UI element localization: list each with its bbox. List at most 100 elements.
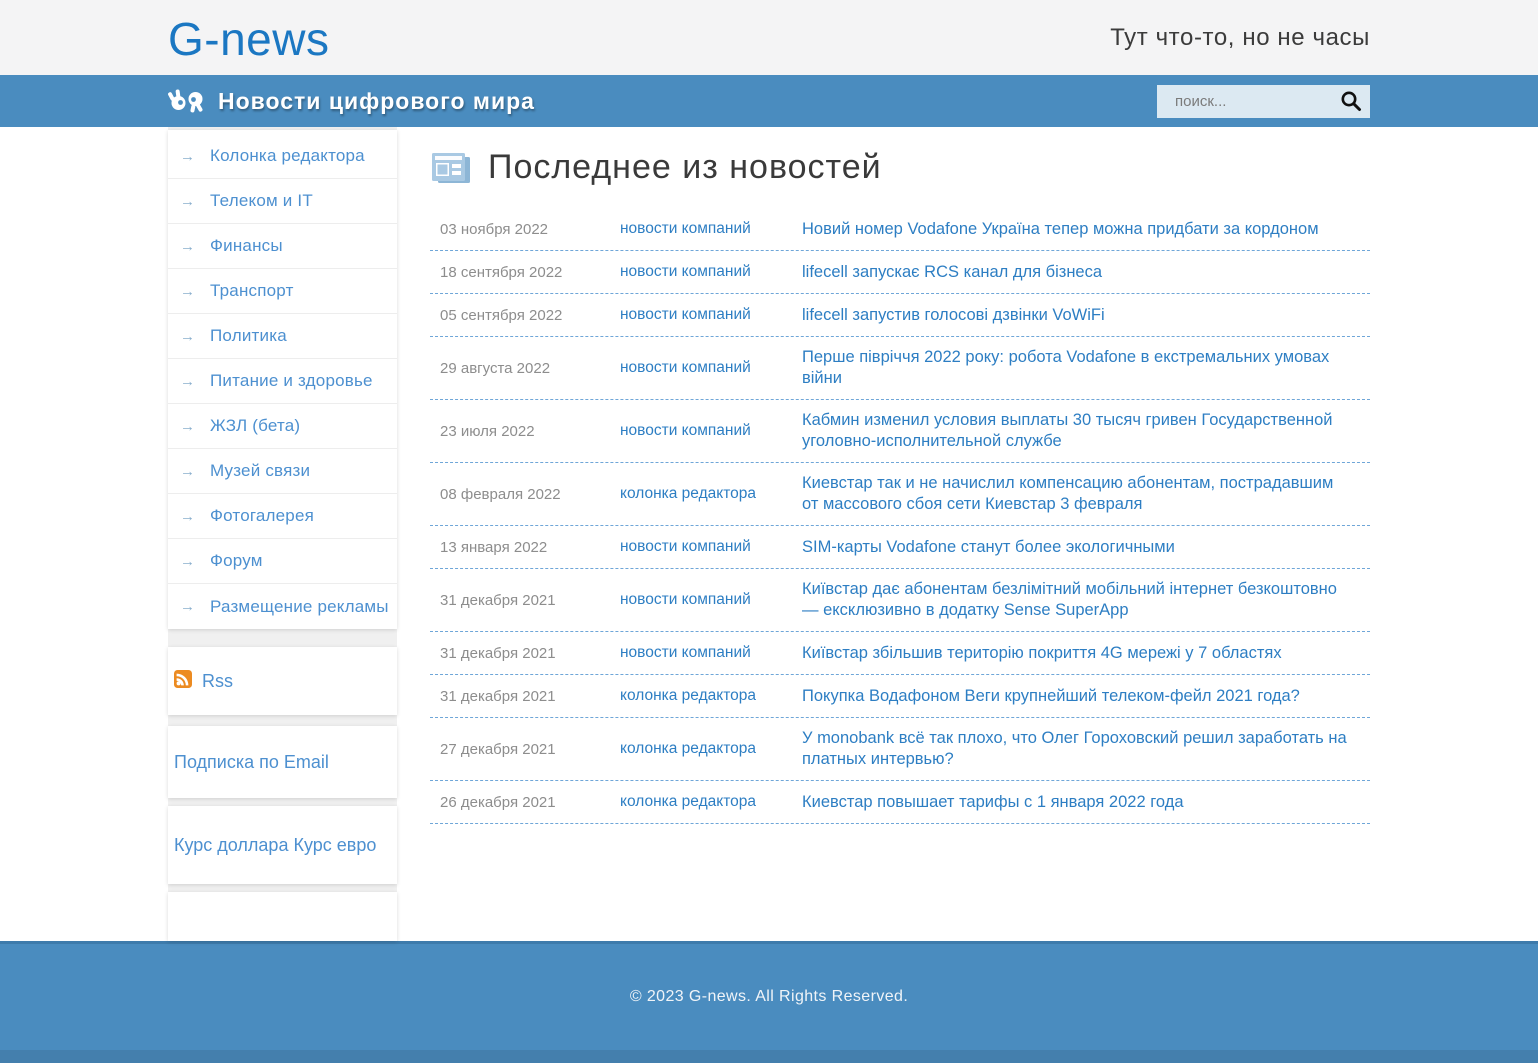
- search-button[interactable]: [1338, 89, 1364, 115]
- hands-icon: [168, 88, 206, 114]
- news-title-link[interactable]: У monobank всё так плохо, что Олег Горох…: [802, 728, 1370, 770]
- arrow-icon: →: [180, 552, 195, 570]
- sidebar-item[interactable]: → Политика: [168, 314, 397, 359]
- sidebar-item-label: Колонка редактора: [210, 146, 365, 165]
- news-row: 05 сентября 2022 новости компаний lifecell…: [430, 294, 1370, 337]
- sidebar-empty-card: [168, 892, 397, 941]
- news-category-link[interactable]: новости компаний: [620, 538, 802, 556]
- news-category-link[interactable]: новости компаний: [620, 306, 802, 324]
- page-footer: © 2023 G-news. All Rights Reserved.: [0, 941, 1538, 1063]
- search-box: [1157, 84, 1370, 118]
- rss-card: Rss: [168, 647, 397, 715]
- news-date: 13 января 2022: [440, 538, 548, 556]
- sidebar-item-label: Размещение рекламы: [210, 596, 389, 616]
- sidebar-item[interactable]: → Колонка редактора: [168, 134, 397, 179]
- sidebar-item[interactable]: → Фотогалерея: [168, 494, 397, 539]
- news-category-link[interactable]: новости компаний: [620, 359, 802, 377]
- arrow-icon: →: [180, 462, 195, 480]
- sidebar-item[interactable]: → ЖЗЛ (бета): [168, 404, 397, 449]
- copyright: © 2023 G-news. All Rights Reserved.: [629, 987, 909, 1005]
- email-subscribe-link[interactable]: Подписка по Email: [174, 752, 329, 773]
- sidebar-item[interactable]: → Транспорт: [168, 269, 397, 314]
- news-title-link[interactable]: Київстар дає абонентам безлімітний мобіл…: [802, 579, 1370, 621]
- news-title-link[interactable]: Покупка Водафоном Веги крупнейший телеко…: [802, 686, 1370, 707]
- news-row: 13 января 2022 новости компаний SIM-карты …: [430, 526, 1370, 569]
- page-title: Последнее из новостей: [488, 148, 882, 186]
- arrow-icon: →: [180, 327, 195, 345]
- sidebar-item[interactable]: → Музей связи: [168, 449, 397, 494]
- news-date: 05 сентября 2022: [440, 306, 563, 324]
- news-row: 27 декабря 2021 колонка редактора У monoba…: [430, 718, 1370, 781]
- news-category-link[interactable]: колонка редактора: [620, 740, 802, 758]
- sidebar-item-label: Транспорт: [210, 281, 294, 300]
- news-date: 29 августа 2022: [440, 359, 551, 377]
- news-date: 08 февраля 2022: [440, 485, 561, 503]
- news-date: 31 декабря 2021: [440, 644, 556, 662]
- sidebar-item-label: ЖЗЛ (бета): [210, 416, 301, 435]
- sidebar-item[interactable]: → Финансы: [168, 224, 397, 269]
- news-title-link[interactable]: Київстар збільшив територію покриття 4G …: [802, 643, 1370, 664]
- main-content: Последнее из новостей 03 ноября 2022 ново…: [397, 127, 1370, 941]
- news-date: 18 сентября 2022: [440, 263, 563, 281]
- news-row: 26 декабря 2021 колонка редактора Киевстар…: [430, 781, 1370, 824]
- page-header: G-news Тут что-то, но не часы: [0, 0, 1538, 75]
- news-title-link[interactable]: Киевстар так и не начислил компенсацию а…: [802, 473, 1370, 515]
- news-title-link[interactable]: Киевстар повышает тарифы с 1 января 2022…: [802, 792, 1370, 813]
- news-category-link[interactable]: колонка редактора: [620, 793, 802, 811]
- news-row: 03 ноября 2022 новости компаний Новий номе…: [430, 208, 1370, 251]
- site-logo[interactable]: G-news: [168, 14, 329, 62]
- sidebar-item-label: Финансы: [210, 236, 283, 255]
- news-title-link[interactable]: Новий номер Vodafone Україна тепер можна…: [802, 219, 1370, 240]
- sidebar-item-label: Музей связи: [210, 461, 311, 480]
- newspaper-icon: [430, 151, 472, 185]
- news-category-link[interactable]: новости компаний: [620, 422, 802, 440]
- search-icon: [1339, 91, 1363, 116]
- news-row: 08 февраля 2022 колонка редактора Киевстар…: [430, 463, 1370, 526]
- news-row: 31 декабря 2021 колонка редактора Покупка …: [430, 675, 1370, 718]
- news-date: 31 декабря 2021: [440, 687, 556, 705]
- arrow-icon: →: [180, 192, 195, 210]
- sidebar-item-label: Политика: [210, 326, 287, 345]
- site-title: Новости цифрового мира: [218, 87, 535, 114]
- sidebar-item-label: Фотогалерея: [210, 506, 315, 525]
- sidebar-item[interactable]: → Форум: [168, 539, 397, 584]
- news-category-link[interactable]: колонка редактора: [620, 687, 802, 705]
- news-category-link[interactable]: колонка редактора: [620, 485, 802, 503]
- news-title-link[interactable]: Кабмин изменил условия выплаты 30 тысяч …: [802, 410, 1370, 452]
- currency-link[interactable]: Курс доллара Курс евро: [174, 835, 376, 856]
- news-list: 03 ноября 2022 новости компаний Новий номе…: [430, 208, 1370, 824]
- news-date: 27 декабря 2021: [440, 740, 556, 758]
- news-category-link[interactable]: новости компаний: [620, 644, 802, 662]
- main-navbar: Новости цифрового мира: [0, 75, 1538, 127]
- arrow-icon: →: [180, 147, 195, 165]
- news-title-link[interactable]: lifecell запустив голосові дзвінки VoWiF…: [802, 305, 1370, 326]
- news-row: 29 августа 2022 новости компаний Перше пів…: [430, 337, 1370, 400]
- news-date: 23 июля 2022: [440, 422, 535, 440]
- sidebar-item-label: Форум: [210, 551, 263, 570]
- news-row: 18 сентября 2022 новости компаний lifecell…: [430, 251, 1370, 294]
- search-input[interactable]: [1157, 84, 1327, 118]
- news-category-link[interactable]: новости компаний: [620, 263, 802, 281]
- news-category-link[interactable]: новости компаний: [620, 220, 802, 238]
- page-content: → Колонка редактора → Телеком и IT → Финансы →…: [0, 127, 1538, 941]
- rss-link[interactable]: Rss: [202, 671, 233, 692]
- sidebar: → Колонка редактора → Телеком и IT → Финансы →…: [168, 127, 397, 941]
- news-title-link[interactable]: lifecell запускає RCS канал для бізнеса: [802, 262, 1370, 283]
- sidebar-menu: → Колонка редактора → Телеком и IT → Финансы →…: [168, 130, 397, 629]
- arrow-icon: →: [180, 282, 195, 300]
- arrow-icon: →: [180, 598, 195, 615]
- sidebar-item[interactable]: → Питание и здоровье: [168, 359, 397, 404]
- arrow-icon: →: [180, 372, 195, 390]
- email-subscribe-card: Подписка по Email: [168, 726, 397, 798]
- sidebar-item[interactable]: → Телеком и IT: [168, 179, 397, 224]
- news-row: 31 декабря 2021 новости компаний Київстар …: [430, 569, 1370, 632]
- news-row: 23 июля 2022 новости компаний Кабмин измен…: [430, 400, 1370, 463]
- news-title-link[interactable]: SIM-карты Vodafone станут более экологич…: [802, 537, 1370, 558]
- site-tagline: Тут что-то, но не часы: [1110, 23, 1370, 51]
- news-date: 26 декабря 2021: [440, 793, 556, 811]
- news-title-link[interactable]: Перше півріччя 2022 року: робота Vodafon…: [802, 347, 1370, 389]
- arrow-icon: →: [180, 417, 195, 435]
- sidebar-item[interactable]: → Размещение рекламы: [168, 584, 397, 629]
- news-category-link[interactable]: новости компаний: [620, 591, 802, 609]
- arrow-icon: →: [180, 507, 195, 525]
